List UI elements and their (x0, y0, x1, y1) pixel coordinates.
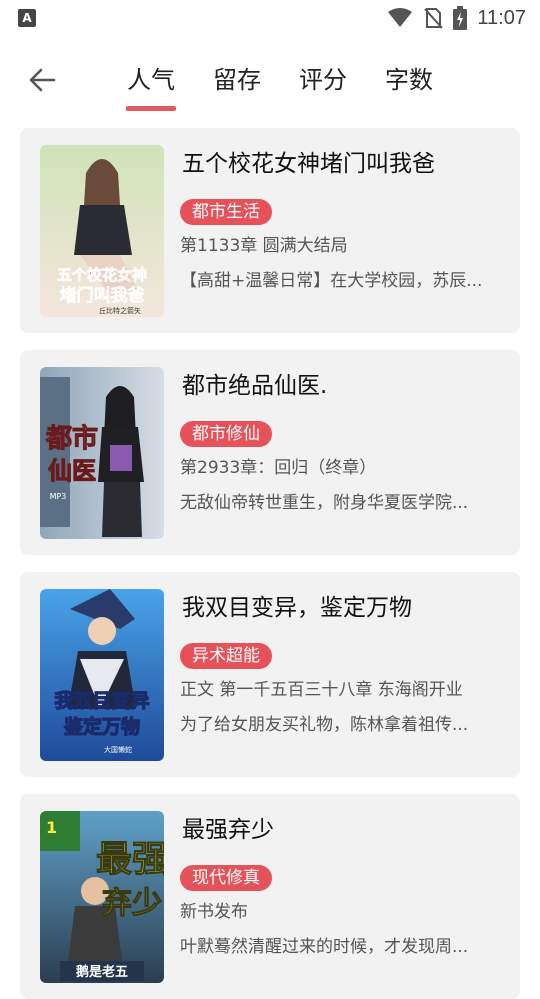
tab-rating[interactable]: 评分 (299, 62, 347, 98)
book-description: 无敌仙帝转世重生，附身华夏医学院... (180, 493, 469, 513)
book-title: 都市绝品仙医. (182, 373, 328, 399)
book-cover: 1 最强 弃少 鹅是老五 (40, 811, 164, 983)
cover-title-line1: 都市 (45, 423, 98, 454)
book-card[interactable]: 都市 仙医 MP3 都市绝品仙医. 都市修仙 第2933章：回归（终章） 无敌仙… (20, 350, 520, 555)
book-title: 最强弃少 (182, 817, 274, 843)
book-cover: 我双目变异 鉴定万物 大国懒蛇 (40, 589, 164, 761)
genre-tag: 都市修仙 (180, 421, 272, 447)
cover-author: 鹅是老五 (76, 964, 128, 980)
cover-author: 大国懒蛇 (104, 745, 132, 754)
top-nav: 人气 留存 评分 字数 (0, 48, 540, 118)
back-button[interactable] (24, 62, 60, 98)
cover-title-line2: 弃少 (102, 886, 162, 921)
clock: 11:07 (477, 6, 526, 29)
active-tab-indicator (126, 106, 176, 111)
book-card[interactable]: 五个校花女神 堵门叫我爸 丘比特之箭矢 五个校花女神堵门叫我爸 都市生活 第11… (20, 128, 520, 333)
notification-app-icon: A (18, 9, 36, 27)
cover-volume-number: 1 (46, 818, 57, 837)
book-title: 我双目变异，鉴定万物 (182, 595, 412, 621)
cover-title-line1: 我双目变异 (54, 689, 149, 712)
cover-title-line1: 五个校花女神 (57, 266, 147, 284)
book-cover: 五个校花女神 堵门叫我爸 丘比特之箭矢 (40, 145, 164, 317)
cover-author: MP3 (50, 492, 67, 501)
genre-tag: 现代修真 (180, 865, 272, 891)
cover-title-line2: 鉴定万物 (63, 715, 140, 738)
cover-title-line1: 最强 (96, 839, 164, 880)
cover-author: 丘比特之箭矢 (99, 306, 141, 315)
tab-retention[interactable]: 留存 (213, 62, 261, 98)
cover-title-line2: 仙医 (48, 457, 96, 485)
arrow-left-icon (29, 68, 56, 92)
genre-tag: 都市生活 (180, 199, 272, 225)
book-cover: 都市 仙医 MP3 (40, 367, 164, 539)
cover-title-line2: 堵门叫我爸 (60, 285, 145, 306)
genre-tag: 异术超能 (180, 643, 272, 669)
book-description: 叶默蓦然清醒过来的时候，才发现周... (180, 937, 469, 957)
book-description: 为了给女朋友买礼物，陈林拿着祖传... (180, 715, 469, 735)
tab-popularity[interactable]: 人气 (127, 62, 175, 98)
latest-chapter: 正文 第一千五百三十八章 东海阁开业 (180, 680, 463, 700)
book-title: 五个校花女神堵门叫我爸 (182, 151, 435, 177)
battery-charging-icon (453, 6, 468, 30)
wifi-icon (388, 8, 413, 27)
latest-chapter: 新书发布 (180, 902, 248, 922)
book-card[interactable]: 1 最强 弃少 鹅是老五 最强弃少 现代修真 新书发布 叶默蓦然清醒过来的时候，… (20, 794, 520, 999)
tab-word-count[interactable]: 字数 (385, 62, 433, 98)
no-sim-icon (424, 8, 444, 29)
latest-chapter: 第2933章：回归（终章） (180, 458, 377, 478)
latest-chapter: 第1133章 圆满大结局 (180, 236, 348, 256)
book-description: 【高甜+温馨日常】在大学校园，苏辰... (180, 271, 483, 291)
status-bar: A 11:07 (0, 0, 540, 36)
book-card[interactable]: 我双目变异 鉴定万物 大国懒蛇 我双目变异，鉴定万物 异术超能 正文 第一千五百… (20, 572, 520, 777)
